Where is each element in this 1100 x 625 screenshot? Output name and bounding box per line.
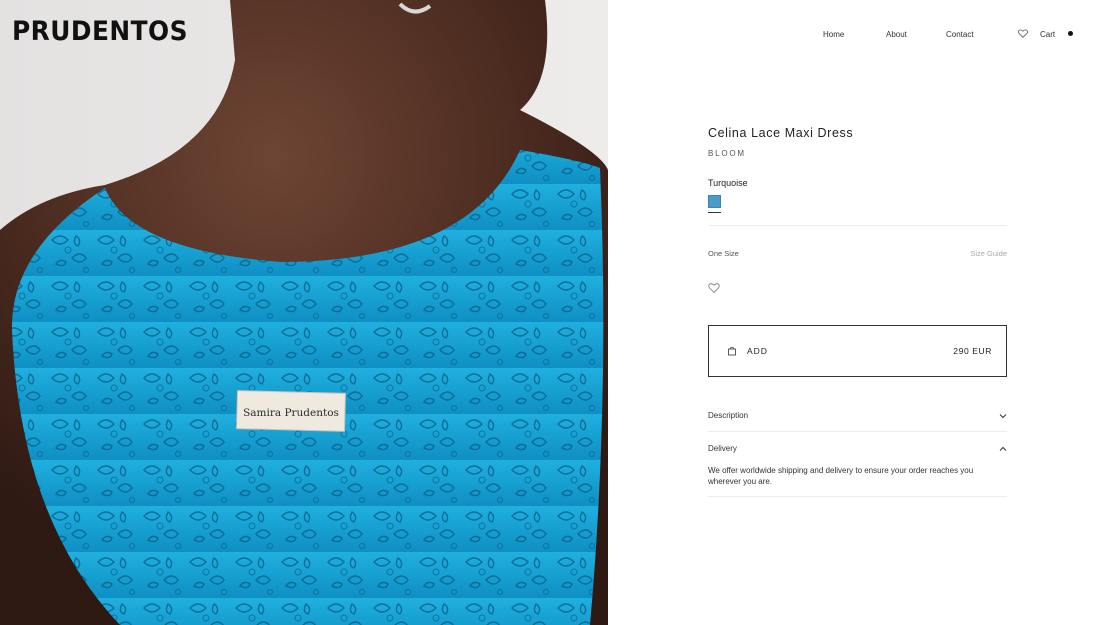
delivery-label: Delivery bbox=[708, 444, 737, 453]
chevron-down-icon bbox=[999, 413, 1007, 418]
swatch-selected-indicator bbox=[708, 212, 721, 213]
brand-logo[interactable]: PRUDENTOS bbox=[12, 16, 188, 47]
wishlist-heart-icon[interactable] bbox=[1018, 29, 1028, 38]
nav-contact-link[interactable]: Contact bbox=[946, 30, 974, 39]
dress-back-photo: Samira Prudentos bbox=[0, 0, 608, 625]
delivery-description: We offer worldwide shipping and delivery… bbox=[708, 466, 974, 486]
color-name: Turquoise bbox=[708, 178, 748, 188]
size-guide-link[interactable]: Size Guide bbox=[970, 249, 1007, 258]
add-button-label: ADD bbox=[747, 346, 768, 356]
product-title: Celina Lace Maxi Dress bbox=[708, 126, 854, 140]
delivery-accordion-header[interactable]: Delivery bbox=[708, 444, 1007, 453]
product-price: 290 EUR bbox=[953, 346, 992, 356]
cart-indicator-dot bbox=[1068, 31, 1073, 36]
description-label: Description bbox=[708, 411, 749, 420]
product-collection: BLOOM bbox=[708, 149, 746, 158]
nav-cart-link[interactable]: Cart bbox=[1040, 30, 1055, 39]
nav-home-link[interactable]: Home bbox=[823, 30, 844, 39]
chevron-up-icon bbox=[999, 446, 1007, 451]
color-swatch-turquoise[interactable] bbox=[708, 195, 721, 208]
divider bbox=[708, 225, 1007, 226]
product-details: Celina Lace Maxi Dress BLOOM Turquoise O… bbox=[708, 126, 1007, 497]
shopping-bag-icon bbox=[728, 346, 736, 356]
add-to-cart-button[interactable]: ADD 290 EUR bbox=[708, 325, 1007, 377]
size-value[interactable]: One Size bbox=[708, 249, 739, 258]
add-to-wishlist-heart-icon[interactable] bbox=[708, 282, 720, 294]
size-row: One Size Size Guide bbox=[708, 249, 1007, 258]
divider bbox=[708, 496, 1007, 497]
divider bbox=[708, 431, 1007, 432]
nav-about-link[interactable]: About bbox=[886, 30, 907, 39]
product-image: Samira Prudentos bbox=[0, 0, 608, 625]
description-accordion-header[interactable]: Description bbox=[708, 411, 1007, 420]
garment-label-text: Samira Prudentos bbox=[243, 407, 339, 419]
